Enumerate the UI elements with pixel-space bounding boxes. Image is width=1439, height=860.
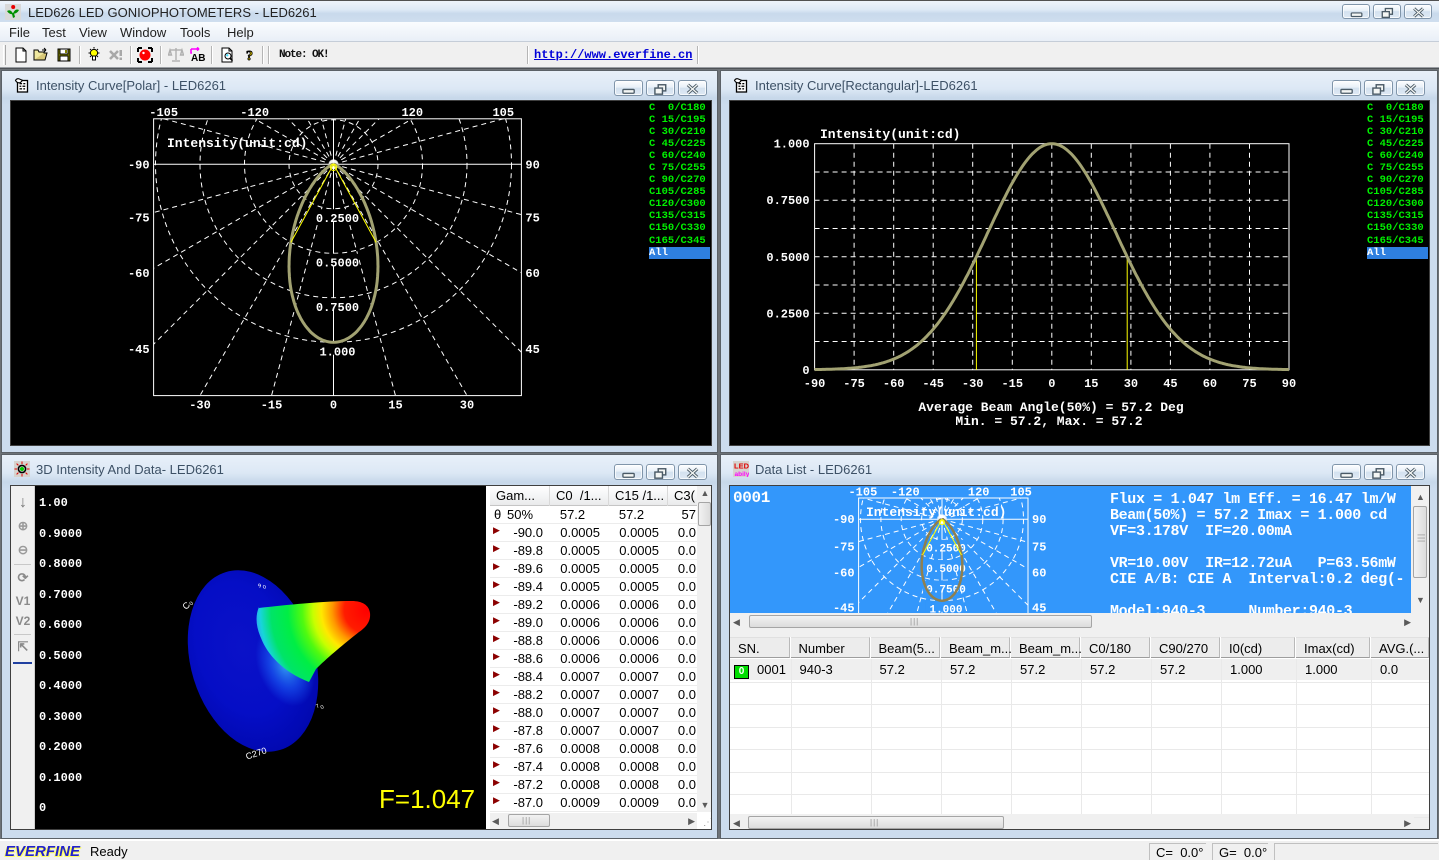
svg-text:abily: abily	[735, 471, 750, 477]
svg-text:-90: -90	[833, 513, 855, 527]
svg-text:-105: -105	[149, 106, 178, 120]
svg-text:0.5000: 0.5000	[316, 256, 359, 270]
svg-text:⁷₀: ⁷₀	[314, 700, 325, 712]
svg-text:0: 0	[802, 364, 809, 378]
svg-text:75: 75	[1032, 541, 1046, 555]
svg-text:-60: -60	[883, 377, 905, 391]
svg-text:90: 90	[525, 158, 539, 172]
svg-text:75: 75	[1242, 377, 1256, 391]
svg-text:1.000: 1.000	[319, 345, 355, 359]
svg-text:90: 90	[1032, 513, 1046, 527]
svg-text:-75: -75	[843, 377, 865, 391]
svg-text:-105: -105	[848, 486, 877, 500]
svg-text:-60: -60	[833, 566, 855, 580]
svg-text:15: 15	[388, 399, 402, 413]
svg-text:0.7500: 0.7500	[316, 301, 359, 315]
svg-text:Intensity(unit:cd): Intensity(unit:cd)	[820, 127, 960, 142]
svg-text:30: 30	[460, 399, 474, 413]
svg-text:-75: -75	[128, 212, 150, 226]
svg-text:AB: AB	[191, 53, 205, 63]
svg-text:1.000: 1.000	[929, 605, 962, 613]
svg-text:F=1.047: F=1.047	[379, 784, 475, 814]
svg-text:0: 0	[330, 399, 337, 413]
svg-text:Min. = 57.2, Max. = 57.2: Min. = 57.2, Max. = 57.2	[955, 414, 1142, 429]
svg-text:120: 120	[968, 486, 990, 500]
svg-text:0.5000: 0.5000	[926, 564, 966, 576]
svg-text:120: 120	[401, 106, 423, 120]
svg-text:15: 15	[1084, 377, 1098, 391]
svg-text:Intensity(unit:cd): Intensity(unit:cd)	[866, 505, 1006, 520]
svg-text:105: 105	[492, 106, 514, 120]
svg-text:-120: -120	[891, 486, 920, 500]
svg-text:-45: -45	[128, 343, 150, 357]
svg-text:-90: -90	[128, 158, 150, 172]
svg-text:Average Beam Angle(50%) = 57.2: Average Beam Angle(50%) = 57.2 Deg	[918, 400, 1183, 415]
svg-text:45: 45	[1163, 377, 1177, 391]
svg-text:-45: -45	[833, 602, 855, 613]
svg-text:-15: -15	[261, 399, 283, 413]
svg-text:?: ?	[246, 49, 253, 63]
svg-text:0.5000: 0.5000	[766, 251, 809, 265]
svg-text:0.2500: 0.2500	[316, 212, 359, 226]
svg-text:0.7500: 0.7500	[766, 194, 809, 208]
svg-text:-120: -120	[240, 106, 269, 120]
svg-text:30: 30	[1124, 377, 1138, 391]
svg-text:-30: -30	[189, 399, 211, 413]
svg-text:1.000: 1.000	[774, 138, 810, 152]
svg-text:45: 45	[525, 343, 539, 357]
svg-text:-45: -45	[922, 377, 944, 391]
svg-text:-60: -60	[128, 267, 150, 281]
svg-text:60: 60	[1203, 377, 1217, 391]
svg-text:C270: C270	[244, 745, 268, 761]
svg-text:75: 75	[525, 212, 539, 226]
svg-text:60: 60	[525, 267, 539, 281]
svg-text:0: 0	[1048, 377, 1055, 391]
svg-text:Intensity(unit:cd): Intensity(unit:cd)	[167, 136, 307, 151]
svg-text:0.2500: 0.2500	[766, 307, 809, 321]
svg-text:-30: -30	[962, 377, 984, 391]
svg-text:105: 105	[1010, 486, 1032, 500]
svg-text:-15: -15	[1001, 377, 1023, 391]
svg-text:-75: -75	[833, 541, 855, 555]
svg-text:90: 90	[1282, 377, 1296, 391]
svg-text:LED: LED	[734, 462, 749, 471]
svg-text:60: 60	[1032, 566, 1046, 580]
svg-text:45: 45	[1032, 602, 1046, 613]
svg-text:-90: -90	[804, 377, 826, 391]
